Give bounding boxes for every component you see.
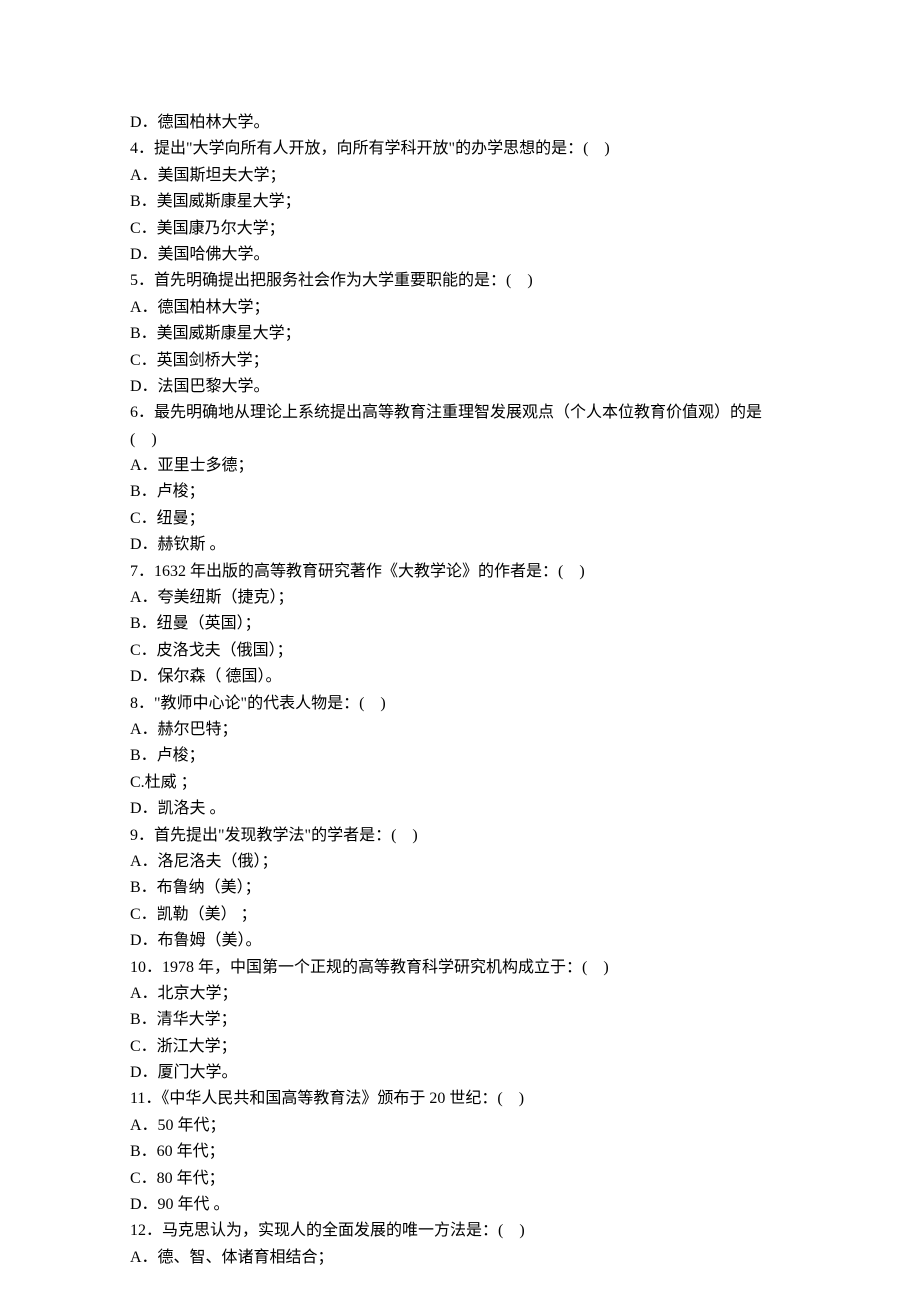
text-line: D．凯洛夫 。	[130, 796, 810, 822]
text-line: B．美国威斯康星大学；	[130, 189, 810, 215]
text-line: A．北京大学；	[130, 981, 810, 1007]
text-line: B．卢梭；	[130, 479, 810, 505]
text-line: 10．1978 年，中国第一个正规的高等教育科学研究机构成立于：( )	[130, 955, 810, 981]
text-line: 12．马克思认为，实现人的全面发展的唯一方法是：( )	[130, 1218, 810, 1244]
text-line: C．英国剑桥大学；	[130, 348, 810, 374]
text-line: B．美国威斯康星大学；	[130, 321, 810, 347]
text-line: 7．1632 年出版的高等教育研究著作《大教学论》的作者是：( )	[130, 559, 810, 585]
text-line: C．美国康乃尔大学；	[130, 216, 810, 242]
text-line: A．赫尔巴特；	[130, 717, 810, 743]
text-line: C.杜威 ；	[130, 770, 810, 796]
text-line: A．亚里士多德；	[130, 453, 810, 479]
text-line: D．美国哈佛大学。	[130, 242, 810, 268]
text-line: C．浙江大学；	[130, 1034, 810, 1060]
text-line: D．保尔森（ 德国）。	[130, 664, 810, 690]
text-line: D．德国柏林大学。	[130, 110, 810, 136]
text-line: 5．首先明确提出把服务社会作为大学重要职能的是：( )	[130, 268, 810, 294]
text-line: B．清华大学；	[130, 1007, 810, 1033]
text-line: C．皮洛戈夫（俄国）；	[130, 638, 810, 664]
text-line: 9．首先提出"发现教学法"的学者是：( )	[130, 823, 810, 849]
text-line: C．凯勒（美） ；	[130, 902, 810, 928]
text-line: A．德、智、体诸育相结合；	[130, 1245, 810, 1271]
text-line: 8．"教师中心论"的代表人物是：( )	[130, 691, 810, 717]
text-line: ( )	[130, 427, 810, 453]
text-line: A．德国柏林大学；	[130, 295, 810, 321]
text-line: D．赫钦斯 。	[130, 532, 810, 558]
text-line: C．80 年代；	[130, 1166, 810, 1192]
text-line: D．法国巴黎大学。	[130, 374, 810, 400]
text-line: D．厦门大学。	[130, 1060, 810, 1086]
text-line: D．90 年代 。	[130, 1192, 810, 1218]
text-line: 4．提出"大学向所有人开放，向所有学科开放"的办学思想的是：( )	[130, 136, 810, 162]
text-line: B．60 年代；	[130, 1139, 810, 1165]
text-line: A．50 年代；	[130, 1113, 810, 1139]
document-content: D．德国柏林大学。 4．提出"大学向所有人开放，向所有学科开放"的办学思想的是：…	[130, 110, 810, 1271]
text-line: 6．最先明确地从理论上系统提出高等教育注重理智发展观点（个人本位教育价值观）的是	[130, 400, 810, 426]
text-line: A．美国斯坦夫大学；	[130, 163, 810, 189]
text-line: C．纽曼；	[130, 506, 810, 532]
text-line: B．卢梭；	[130, 743, 810, 769]
text-line: D．布鲁姆（美）。	[130, 928, 810, 954]
text-line: A．洛尼洛夫（俄）；	[130, 849, 810, 875]
text-line: A．夸美纽斯（捷克）；	[130, 585, 810, 611]
text-line: B．纽曼（英国）；	[130, 611, 810, 637]
text-line: B．布鲁纳（美）；	[130, 875, 810, 901]
text-line: 11．《中华人民共和国高等教育法》颁布于 20 世纪：( )	[130, 1086, 810, 1112]
